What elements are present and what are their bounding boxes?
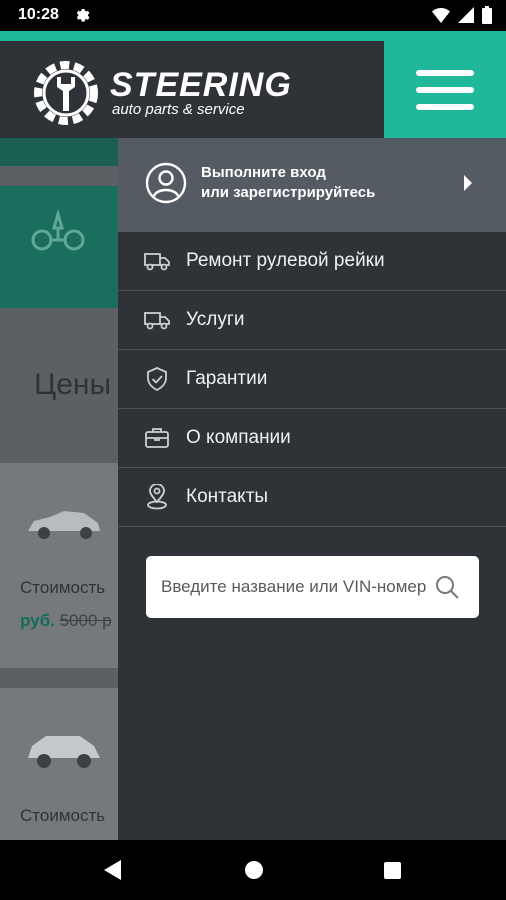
register-subtitle: или зарегистрируйтесь: [201, 184, 376, 201]
page-background-overlay[interactable]: Цены Стоимость руб. 5000 р Стоимость: [0, 138, 118, 840]
suv-image-icon: [28, 736, 100, 768]
login-register-row[interactable]: Выполните вход или зарегистрируйтесь: [118, 138, 506, 232]
system-navigation-bar: [0, 840, 506, 900]
truck-icon: [144, 248, 170, 274]
briefcase-icon: [144, 425, 170, 451]
settings-gear-icon: [76, 9, 90, 22]
status-time: 10:28: [18, 6, 59, 23]
background-hero: [0, 186, 118, 308]
menu-item-label: Контакты: [186, 486, 269, 507]
home-icon[interactable]: [245, 861, 263, 879]
hamburger-menu-button[interactable]: [384, 41, 506, 138]
price-card[interactable]: Стоимость руб. 5000 р: [0, 463, 118, 668]
signal-icon: [458, 7, 474, 23]
menu-item-label: Ремонт рулевой рейки: [186, 250, 385, 271]
recent-apps-icon[interactable]: [384, 862, 401, 879]
shield-check-icon: [144, 366, 170, 392]
truck-icon: [144, 307, 170, 333]
old-price: 5000 р: [59, 611, 112, 630]
chevron-right-icon: [464, 175, 472, 191]
price-card[interactable]: Стоимость: [0, 688, 118, 840]
status-bar: 10:28: [0, 0, 506, 31]
background-strip: [0, 138, 118, 166]
menu-item-label: Услуги: [186, 309, 245, 330]
back-icon[interactable]: [104, 860, 121, 880]
logo-title: STEERING: [110, 66, 292, 104]
menu-line: [416, 86, 474, 93]
battery-icon: [482, 6, 492, 24]
logo[interactable]: STEERING auto parts & service: [30, 57, 292, 129]
menu-item-warranty[interactable]: Гарантии: [118, 350, 506, 409]
app-header: STEERING auto parts & service: [0, 31, 506, 138]
map-pin-icon: [144, 484, 170, 510]
status-icons: [432, 6, 492, 24]
login-title: Выполните вход: [201, 164, 326, 181]
wifi-icon: [432, 8, 450, 23]
vin-search-input[interactable]: [146, 556, 479, 618]
wrench-gear-logo-icon: [34, 61, 98, 125]
search-icon[interactable]: [434, 574, 460, 600]
search-box[interactable]: [146, 556, 479, 618]
car-image-icon: [28, 511, 100, 539]
menu-item-steering-rack-repair[interactable]: Ремонт рулевой рейки: [118, 232, 506, 291]
menu-item-label: О компании: [186, 427, 291, 448]
price-currency: руб.: [20, 611, 55, 630]
menu-item-services[interactable]: Услуги: [118, 291, 506, 350]
menu-item-label: Гарантии: [186, 368, 268, 389]
navigation-drawer: Выполните вход или зарегистрируйтесь Рем…: [118, 138, 506, 840]
cost-label: Стоимость: [20, 806, 106, 825]
steering-rack-icon: [31, 210, 85, 251]
user-avatar-icon: [145, 162, 187, 204]
menu-item-contacts[interactable]: Контакты: [118, 468, 506, 527]
logo-subtitle: auto parts & service: [112, 101, 245, 118]
menu-item-about[interactable]: О компании: [118, 409, 506, 468]
menu-line: [416, 103, 474, 110]
menu-line: [416, 69, 474, 76]
cost-label: Стоимость: [20, 578, 106, 597]
price-value: руб. 5000 р: [20, 611, 112, 631]
prices-heading: Цены: [34, 368, 112, 401]
